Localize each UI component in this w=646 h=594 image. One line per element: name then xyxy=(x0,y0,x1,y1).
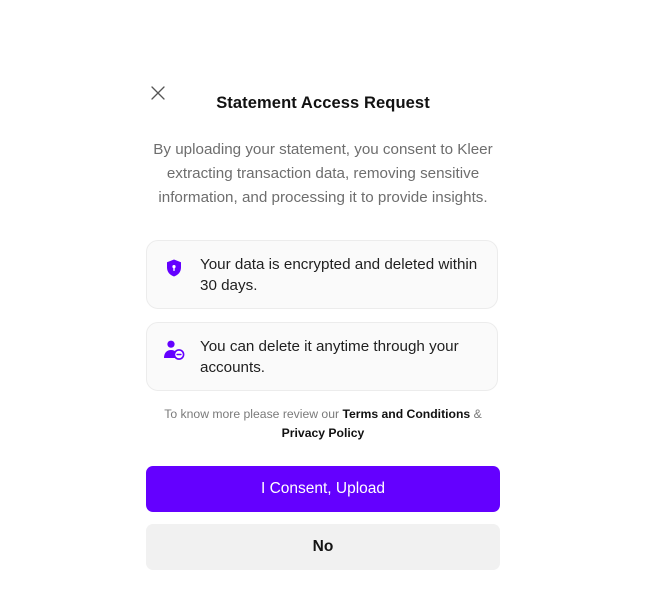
shield-lock-icon xyxy=(163,257,185,279)
legal-separator: & xyxy=(473,407,482,421)
terms-link[interactable]: Terms and Conditions xyxy=(342,407,470,421)
user-remove-icon xyxy=(163,339,185,361)
info-card-text: Your data is encrypted and deleted withi… xyxy=(200,255,478,294)
privacy-policy-link[interactable]: Privacy Policy xyxy=(282,426,365,440)
consent-dialog: Statement Access Request By uploading yo… xyxy=(0,0,646,594)
consent-upload-button[interactable]: I Consent, Upload xyxy=(146,466,500,512)
info-card-encryption: Your data is encrypted and deleted withi… xyxy=(146,240,498,309)
dialog-title: Statement Access Request xyxy=(216,94,430,112)
legal-notice: To know more please review our Terms and… xyxy=(140,405,506,443)
info-card-text: You can delete it anytime through your a… xyxy=(200,337,459,376)
legal-prefix: To know more please review our xyxy=(164,407,340,421)
dialog-description: By uploading your statement, you consent… xyxy=(153,141,493,206)
decline-button[interactable]: No xyxy=(146,524,500,570)
info-card-deletion: You can delete it anytime through your a… xyxy=(146,322,498,391)
